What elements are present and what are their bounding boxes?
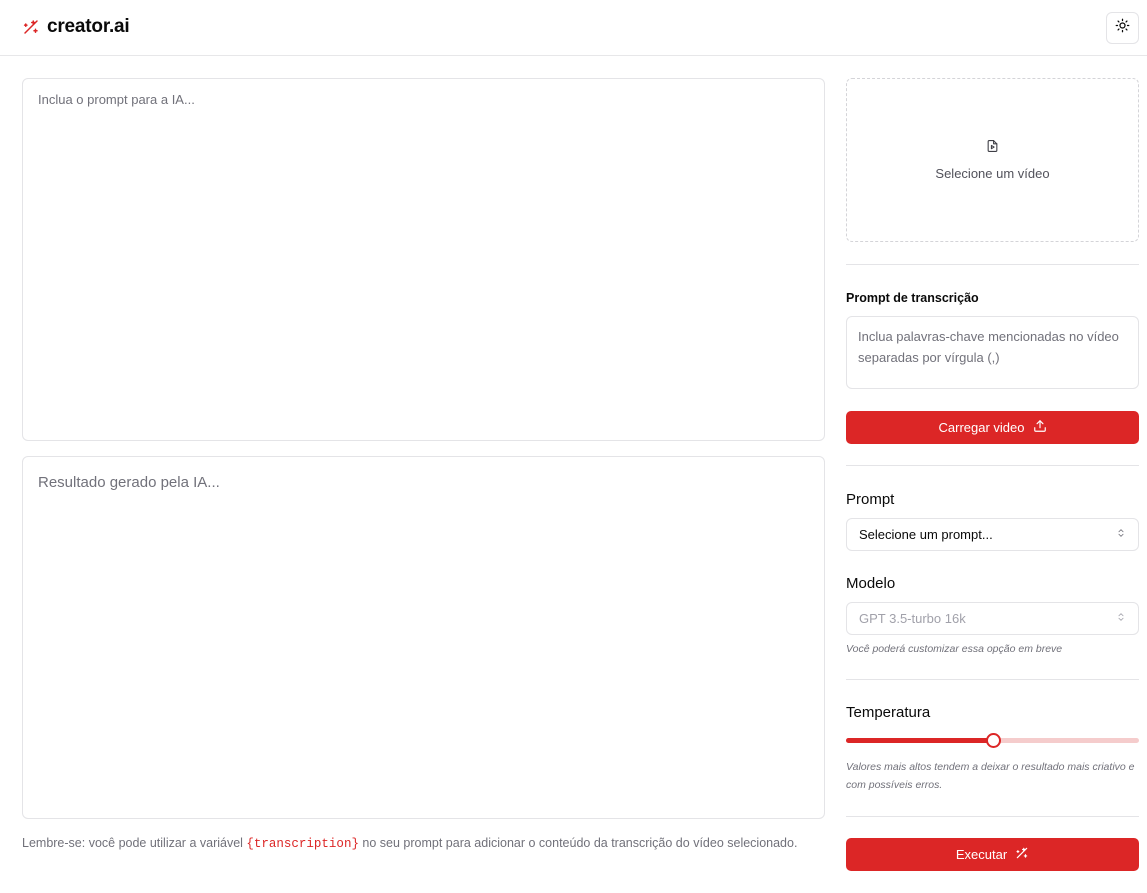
transcription-prompt-label: Prompt de transcrição	[846, 291, 979, 305]
file-video-icon	[986, 139, 999, 158]
model-note: Você poderá customizar essa opção em bre…	[846, 643, 1063, 655]
hint-text-before: Lembre-se: você pode utilizar a variável	[22, 836, 247, 850]
video-upload-dropzone[interactable]: Selecione um vídeo	[846, 78, 1139, 242]
upload-video-button-label: Carregar video	[938, 420, 1025, 435]
sun-icon	[1115, 18, 1130, 38]
model-select-label: Modelo	[846, 575, 896, 592]
prompt-select-value: Selecione um prompt...	[859, 527, 993, 542]
prompt-select[interactable]: Selecione um prompt...	[846, 518, 1139, 551]
separator	[846, 816, 1139, 817]
prompt-textarea[interactable]	[22, 78, 825, 441]
transcription-keywords-input[interactable]	[846, 316, 1139, 389]
magic-wand-icon	[22, 18, 40, 36]
slider-thumb[interactable]	[985, 733, 1001, 748]
execute-button[interactable]: Executar	[846, 838, 1139, 871]
slider-fill	[846, 738, 993, 743]
transcription-variable-code: {transcription}	[246, 837, 359, 851]
transcription-hint: Lembre-se: você pode utilizar a variável…	[22, 834, 812, 853]
temperature-slider[interactable]	[846, 732, 1139, 748]
chevrons-up-down-icon	[1116, 527, 1126, 542]
upload-video-button[interactable]: Carregar video	[846, 411, 1139, 444]
magic-wand-icon	[1015, 846, 1029, 863]
upload-icon	[1033, 419, 1047, 436]
chevrons-up-down-icon	[1116, 611, 1126, 626]
prompt-select-label: Prompt	[846, 491, 895, 508]
model-select-value: GPT 3.5-turbo 16k	[859, 611, 966, 626]
model-select[interactable]: GPT 3.5-turbo 16k	[846, 602, 1139, 635]
separator	[846, 679, 1139, 680]
execute-button-label: Executar	[955, 847, 1008, 862]
hint-text-after: no seu prompt para adicionar o conteúdo …	[358, 836, 798, 850]
temperature-note: Valores mais altos tendem a deixar o res…	[846, 761, 1135, 791]
app-header: creator.ai	[0, 0, 1147, 56]
brand-logo[interactable]: creator.ai	[22, 16, 130, 38]
theme-toggle-button[interactable]	[1106, 12, 1139, 44]
brand-name: creator.ai	[47, 16, 130, 37]
temperature-label: Temperatura	[846, 704, 931, 721]
upload-label: Selecione um vídeo	[935, 166, 1050, 181]
result-textarea[interactable]	[22, 456, 825, 819]
separator	[846, 264, 1139, 265]
separator	[846, 465, 1139, 466]
